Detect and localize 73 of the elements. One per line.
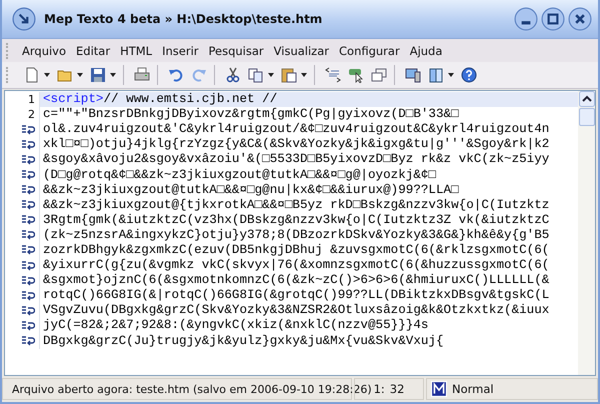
code-line: c=""+"BnzsrDBnkgjDByixovz&rgtm{gmkC(Pg|gyixovz(D□B'33&□: [42, 107, 459, 122]
line-wrap-icon: [21, 320, 35, 331]
pointer-icon[interactable]: [348, 67, 364, 83]
help-icon[interactable]: [461, 67, 477, 83]
menu-item[interactable]: Editar: [71, 42, 116, 60]
line-wrap-icon: [21, 245, 35, 256]
caret-icon[interactable]: [77, 73, 83, 77]
code-line: &sgoy&xâvoju2&sgoy&vxâzoiu'&(□5533D□B5yixovzD□Byz rk&z vkC(zk~z5iyy: [42, 152, 550, 168]
print-icon[interactable]: [134, 67, 150, 83]
code-line: &sgxmot}ojznC(6(&sgxmotnkomnzC(6(&zk~zC()>6>6>6(&hmiuruxC()LLLLLL(&: [42, 273, 550, 288]
line-wrap-icon: [21, 230, 35, 240]
mode-icon: [431, 381, 447, 397]
menu-item[interactable]: Inserir: [157, 42, 204, 60]
window-title: Mep Texto 4 beta » H:\Desktop\teste.htm: [44, 12, 324, 26]
line-wrap-icon: [21, 260, 35, 271]
line-wrap-icon: [21, 140, 35, 150]
menu-item[interactable]: HTML: [115, 42, 158, 60]
code-line: ol&.zuv4ruigzout&'C&ykrl4ruigzout/&¢□zuv4ruigzout&C&ykrl4ruigzout4n: [42, 122, 550, 138]
line-wrap-icon: [21, 306, 35, 316]
computer-icon[interactable]: [405, 67, 421, 83]
column-position: 32: [390, 382, 404, 396]
status-message: Arquivo aberto agora: teste.htm (salvo em 2006-09-10 19:28:26): [12, 382, 372, 396]
scroll-up-icon[interactable]: [578, 91, 594, 107]
caret-icon[interactable]: [110, 73, 116, 77]
tag-list-icon[interactable]: [325, 67, 341, 83]
undo-icon[interactable]: [168, 67, 184, 83]
menu-item[interactable]: Visualizar: [268, 42, 334, 60]
menu-item[interactable]: Ajuda: [404, 42, 448, 60]
line-wrap-icon: [21, 154, 35, 165]
menu-item[interactable]: Arquivo: [17, 42, 72, 60]
close-icon[interactable]: [568, 7, 592, 31]
code-line: xkl□¤□)otju}4jklg{rzYzgz{y&C&(&Skv&Yozky&jk&igxg&tu|g'''&Sgoy&rk|k2: [42, 137, 550, 152]
code-line: DBgxkg&grzC(Ju}trugjy&jk&yulz}gxky&ju&Mx{vu&Skv&Vxuj{: [42, 334, 444, 349]
menu-item[interactable]: Configurar: [334, 42, 405, 60]
minimize-icon[interactable]: [514, 7, 538, 31]
line-number: 1: [28, 93, 35, 106]
code-line: VSgvZuvu(DBgxkg&grzC(Skv&Yozky&3&NZSR2&Otluxsâzoig&k&Otzkxtkz(&iuux: [42, 303, 550, 318]
code-line: &yixurrC(g{zu(&vgmkz vkC(skvyx|76(&xomnzsgxmotC(6(&huzzussgxmotC(6(: [42, 258, 550, 274]
code-line: rotqC()66G8IG(&|rotqC()66G8IG(&grotqC()99??LL(DBiktzkxDBsgv&tgskC(L: [42, 288, 550, 304]
line-number: 2: [28, 108, 35, 122]
menu-item[interactable]: Pesquisar: [204, 42, 269, 60]
code-line: 3Rgtm{gmk(&iutzktzC(vz3hx(DBskzg&nzzv3kw{o|C(Iutzktz3Z vk(&iutzktzC: [42, 212, 550, 228]
scrollbar-thumb[interactable]: [578, 108, 594, 126]
line-wrap-icon: [21, 124, 35, 135]
line-position: 1:: [374, 382, 385, 396]
mode-label: Normal: [452, 382, 494, 396]
scrollbar[interactable]: [578, 91, 595, 375]
code-line: jyC(=82&;2&7;92&8:(&yngvkC(xkiz(&nxklC(nzzv@55}}}4s: [42, 318, 428, 334]
line-wrap-icon: [21, 215, 35, 226]
copy-icon[interactable]: [248, 67, 264, 83]
book-icon[interactable]: [428, 67, 444, 83]
caret-icon[interactable]: [44, 73, 50, 77]
new-file-icon[interactable]: [24, 67, 40, 83]
code-line: zozrkDBhgyk&zgxmkzC(ezuv(DB5nkgjDBhuj &zuvsgxmotC(6(&rklzsgxmotC(6(: [42, 242, 550, 258]
line-wrap-icon: [21, 185, 35, 196]
cut-icon[interactable]: [225, 67, 241, 83]
line-wrap-icon: [21, 290, 35, 301]
app-icon: [12, 7, 36, 31]
code-line: (D□g@rotq&¢□&&zk~z3jkiuxgzout@tutkA□&&¤□g@|oyozkj&¢□: [42, 168, 436, 183]
maximize-icon[interactable]: [541, 7, 565, 31]
caret-icon[interactable]: [301, 73, 307, 77]
save-icon[interactable]: [90, 67, 106, 83]
line-wrap-icon: [21, 276, 35, 286]
caret-icon[interactable]: [448, 73, 454, 77]
code-line: &&zk~z3jkiuxgzout@tutkA□&&¤□g@nu|kx&¢□&&iurux@)99??LLA□: [42, 182, 459, 198]
caret-icon[interactable]: [268, 73, 274, 77]
line-wrap-icon: [21, 170, 35, 180]
line-wrap-icon: [21, 336, 35, 346]
line-wrap-icon: [21, 200, 35, 210]
code-line: (zk~z5nzsrA&ingxykzC}otju}y378;8(DBzozrkDSkv&Yozky&3&G&}kh&ê&y{g'B5: [42, 228, 550, 243]
code-line: &&zk~z3jkiuxgzout@{tjkxrotkA□&&¤□B5yz rkD□Bskzg&nzzv3kw{o|C(Iutzktz: [42, 198, 550, 213]
windows-icon[interactable]: [371, 67, 387, 83]
paste-icon[interactable]: [281, 67, 297, 83]
